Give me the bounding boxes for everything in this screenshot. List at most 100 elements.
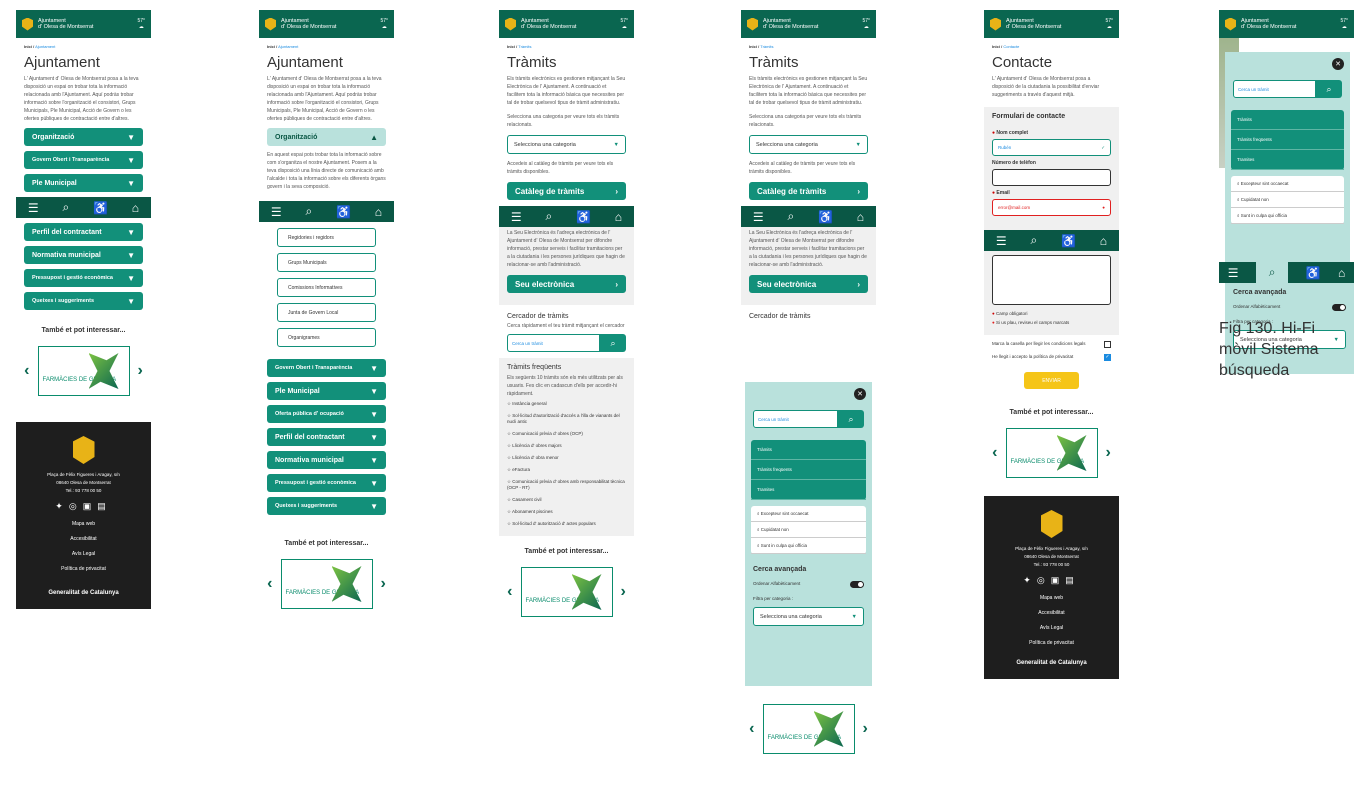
seu-button[interactable]: Seu electrònica › bbox=[507, 275, 626, 293]
search-icon[interactable]: ⌕ bbox=[838, 410, 864, 428]
social-icons[interactable]: ✦◎▣▤ bbox=[984, 575, 1119, 586]
menu-icon[interactable]: ☰ bbox=[511, 210, 522, 224]
chevron-right-icon[interactable]: › bbox=[381, 575, 386, 593]
accessibility-icon[interactable]: ♿ bbox=[1306, 266, 1321, 280]
home-icon[interactable]: ⌂ bbox=[1100, 234, 1107, 248]
acc-ple[interactable]: Ple Municipal ▼ bbox=[24, 174, 143, 192]
legal-checkbox[interactable] bbox=[1104, 341, 1111, 348]
freq-item[interactable]: ☆ Llicència d' obres majors bbox=[499, 440, 634, 452]
category-select[interactable]: Selecciona una categoria ▼ bbox=[749, 135, 868, 154]
freq-item[interactable]: ☆ eFactura bbox=[499, 464, 634, 476]
accessibility-icon[interactable]: ♿ bbox=[93, 201, 108, 215]
email-input[interactable]: error@mail.com ● bbox=[992, 199, 1111, 216]
sub-organigrames[interactable]: Organigrames bbox=[277, 328, 376, 347]
panel-tramits[interactable]: Tràmits bbox=[751, 440, 866, 460]
menu-icon[interactable]: ☰ bbox=[753, 210, 764, 224]
home-icon[interactable]: ⌂ bbox=[1338, 266, 1345, 280]
menu-icon[interactable]: ☰ bbox=[996, 234, 1007, 248]
search-icon[interactable]: ⌕ bbox=[1255, 262, 1289, 283]
crumb-home[interactable]: Inici / bbox=[992, 44, 1002, 49]
chevron-left-icon[interactable]: ‹ bbox=[992, 444, 997, 462]
search-icon[interactable]: ⌕ bbox=[787, 209, 794, 224]
search-icon[interactable]: ⌕ bbox=[1030, 233, 1037, 248]
acc-oferta[interactable]: Oferta pública d' ocupació ▼ bbox=[267, 405, 386, 423]
farmacies-banner[interactable]: FARMÀCIES DE GUÀRDIA bbox=[520, 567, 613, 617]
acc-govern[interactable]: Govern Obert i Transparència ▼ bbox=[267, 359, 386, 377]
result-item[interactable]: ⌕ Sunt in culpa qui officia bbox=[751, 538, 866, 554]
freq-item[interactable]: ☆ Comunicació prèvia d' obres amb respon… bbox=[499, 476, 634, 494]
sub-comissions[interactable]: Comissions Informatives bbox=[277, 278, 376, 297]
privacy-checkbox[interactable]: ✓ bbox=[1104, 354, 1111, 361]
order-toggle[interactable] bbox=[850, 581, 864, 588]
chevron-left-icon[interactable]: ‹ bbox=[24, 362, 29, 380]
link-avis[interactable]: Avís Legal bbox=[16, 551, 151, 557]
farmacies-banner[interactable]: FARMÀCIES DE GUÀRDIA bbox=[1005, 428, 1098, 478]
link-accessibilitat[interactable]: Accesibilitat bbox=[984, 610, 1119, 616]
link-accessibilitat[interactable]: Accesibilitat bbox=[16, 536, 151, 542]
search-input[interactable]: Cerca un tràmit bbox=[507, 334, 600, 352]
accessibility-icon[interactable]: ♿ bbox=[818, 210, 833, 224]
send-button[interactable]: ENVIAR bbox=[1024, 372, 1079, 389]
acc-queixes[interactable]: Queixes i suggeriments ▼ bbox=[24, 292, 143, 310]
result-item[interactable]: ⌕ Excepteur sint occaecat bbox=[751, 506, 866, 522]
crumb-home[interactable]: Inici / bbox=[24, 44, 34, 49]
filter-select[interactable]: Selecciona una categoria ▼ bbox=[753, 607, 864, 626]
sub-grups[interactable]: Grups Municipals bbox=[277, 253, 376, 272]
search-icon[interactable]: ⌕ bbox=[62, 200, 69, 215]
sub-regidories[interactable]: Regidories i regidors bbox=[277, 228, 376, 247]
crumb-home[interactable]: Inici / bbox=[267, 44, 277, 49]
chevron-left-icon[interactable]: ‹ bbox=[267, 575, 272, 593]
chevron-right-icon[interactable]: › bbox=[621, 583, 626, 601]
search-input[interactable]: Cerca un tràmit bbox=[753, 410, 838, 428]
close-icon[interactable]: ✕ bbox=[1332, 58, 1344, 70]
home-icon[interactable]: ⌂ bbox=[375, 205, 382, 219]
farmacies-banner[interactable]: FARMÀCIES DE GUÀRDIA bbox=[280, 559, 373, 609]
chevron-right-icon[interactable]: › bbox=[863, 720, 868, 738]
link-mapa[interactable]: Mapa web bbox=[16, 521, 151, 527]
order-toggle[interactable] bbox=[1332, 304, 1346, 311]
accessibility-icon[interactable]: ♿ bbox=[336, 205, 351, 219]
menu-icon[interactable]: ☰ bbox=[28, 201, 39, 215]
chevron-right-icon[interactable]: › bbox=[138, 362, 143, 380]
sub-junta[interactable]: Junta de Govern Local bbox=[277, 303, 376, 322]
catalog-button[interactable]: Catàleg de tràmits › bbox=[749, 182, 868, 200]
panel-freq[interactable]: Tràmits freqüents bbox=[751, 460, 866, 480]
home-icon[interactable]: ⌂ bbox=[857, 210, 864, 224]
crumb-home[interactable]: Inici / bbox=[507, 44, 517, 49]
panel-tramits[interactable]: Tràmits bbox=[1231, 110, 1344, 130]
link-privacitat[interactable]: Política de privacitat bbox=[16, 566, 151, 572]
acc-normativa[interactable]: Normativa municipal ▼ bbox=[24, 246, 143, 264]
result-item[interactable]: ⌕ Sunt in culpa qui officia bbox=[1231, 208, 1344, 224]
acc-organitzacio[interactable]: Organització ▼ bbox=[24, 128, 143, 146]
catalog-button[interactable]: Catàleg de tràmits › bbox=[507, 182, 626, 200]
freq-item[interactable]: ☆ Comunicació prèvia d' obres (OCP) bbox=[499, 428, 634, 440]
message-textarea[interactable] bbox=[992, 255, 1111, 305]
acc-perfil[interactable]: Perfil del contractant ▼ bbox=[24, 223, 143, 241]
search-icon[interactable]: ⌕ bbox=[545, 209, 552, 224]
search-input[interactable]: Cerca un tràmit bbox=[1233, 80, 1316, 98]
result-item[interactable]: ⌕ Cupidatat non bbox=[1231, 192, 1344, 208]
panel-freq[interactable]: Tràmits freqüents bbox=[1231, 130, 1344, 150]
close-icon[interactable]: ✕ bbox=[854, 388, 866, 400]
menu-icon[interactable]: ☰ bbox=[1228, 266, 1239, 280]
menu-icon[interactable]: ☰ bbox=[271, 205, 282, 219]
social-icons[interactable]: ✦◎▣▤ bbox=[16, 501, 151, 512]
name-input[interactable]: Rubén ✓ bbox=[992, 139, 1111, 156]
freq-item[interactable]: ☆ Abonament piscines bbox=[499, 506, 634, 518]
acc-perfil[interactable]: Perfil del contractant ▼ bbox=[267, 428, 386, 446]
acc-normativa[interactable]: Normativa municipal ▼ bbox=[267, 451, 386, 469]
freq-item[interactable]: ☆ Llicència d' obra menor bbox=[499, 452, 634, 464]
acc-pressupost[interactable]: Pressupost i gestió econòmica ▼ bbox=[24, 269, 143, 287]
farmacies-banner[interactable]: FARMÀCIES DE GUÀRDIA bbox=[37, 346, 130, 396]
tel-input[interactable] bbox=[992, 169, 1111, 186]
search-icon[interactable]: ⌕ bbox=[1316, 80, 1342, 98]
chevron-left-icon[interactable]: ‹ bbox=[507, 583, 512, 601]
chevron-right-icon[interactable]: › bbox=[1106, 444, 1111, 462]
link-mapa[interactable]: Mapa web bbox=[984, 595, 1119, 601]
accessibility-icon[interactable]: ♿ bbox=[1061, 234, 1076, 248]
link-privacitat[interactable]: Política de privacitat bbox=[984, 640, 1119, 646]
crumb-home[interactable]: Inici / bbox=[749, 44, 759, 49]
farmacies-banner[interactable]: FARMÀCIES DE GUÀRDIA bbox=[762, 704, 855, 754]
acc-govern[interactable]: Govern Obert i Transparència ▼ bbox=[24, 151, 143, 169]
freq-item[interactable]: ☆ Sol·licitud d' autorització d' actes p… bbox=[499, 518, 634, 530]
